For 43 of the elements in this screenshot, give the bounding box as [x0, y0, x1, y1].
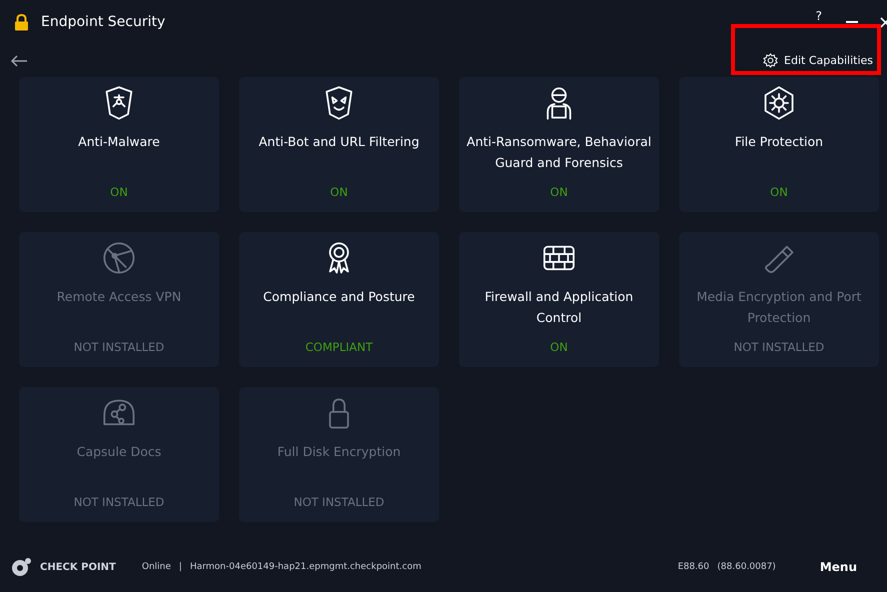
settings-icon: [763, 53, 778, 68]
capability-name: Compliance and Posture: [262, 288, 416, 306]
close-icon[interactable]: [880, 16, 887, 28]
edit-capabilities-button[interactable]: Edit Capabilities: [763, 51, 873, 70]
capability-card[interactable]: Firewall and Application Control ON: [459, 232, 659, 367]
back-arrow-icon[interactable]: [10, 54, 28, 66]
capability-card[interactable]: File Protection ON: [679, 77, 879, 212]
capability-name: Anti-Bot and URL Filtering: [258, 133, 420, 151]
help-button[interactable]: ?: [816, 10, 822, 22]
capability-status: ON: [330, 185, 348, 199]
padlock-icon: [14, 14, 29, 30]
capability-name: Full Disk Encryption: [276, 443, 402, 461]
capability-name: File Protection: [734, 133, 824, 151]
capability-card[interactable]: Anti-Bot and URL Filtering ON: [239, 77, 439, 212]
server-address: Harmon-04e60149-hap21.epmgmt.checkpoint.com: [190, 562, 422, 572]
capability-name: Media Encryption and Port Protection: [696, 288, 862, 327]
brand-name: CHECK POINT: [40, 562, 116, 572]
capability-status: NOT INSTALLED: [734, 340, 824, 354]
capability-status: ON: [110, 185, 128, 199]
capability-name: Anti-Ransomware, Behavioral Guard and Forensics: [466, 133, 652, 172]
window-title: Endpoint Security: [41, 14, 166, 30]
separator: |: [178, 562, 182, 572]
build-number: (88.60.0087): [717, 562, 776, 572]
capability-status: ON: [550, 185, 568, 199]
capability-card[interactable]: Compliance and Posture COMPLIANT: [239, 232, 439, 367]
version-number: E88.60: [678, 562, 710, 572]
capability-status: COMPLIANT: [305, 340, 373, 354]
capability-name: Firewall and Application Control: [484, 288, 634, 327]
logo-icon: [10, 557, 32, 577]
capability-status: NOT INSTALLED: [74, 340, 164, 354]
connection-status: Online: [142, 562, 171, 572]
capability-card[interactable]: Anti-Malware ON: [19, 77, 219, 212]
capability-name: Remote Access VPN: [56, 288, 182, 306]
capability-card[interactable]: Anti-Ransomware, Behavioral Guard and Forensics ON: [459, 77, 659, 212]
capability-name: Anti-Malware: [77, 133, 161, 151]
menu-button[interactable]: Menu: [814, 559, 863, 575]
capability-status: NOT INSTALLED: [294, 495, 384, 509]
capability-status: ON: [550, 340, 568, 354]
capability-status: NOT INSTALLED: [74, 495, 164, 509]
globe-network-icon: [101, 240, 137, 276]
capability-name: Capsule Docs: [76, 443, 162, 461]
capability-status: ON: [770, 185, 788, 199]
minimize-icon[interactable]: [846, 20, 858, 24]
